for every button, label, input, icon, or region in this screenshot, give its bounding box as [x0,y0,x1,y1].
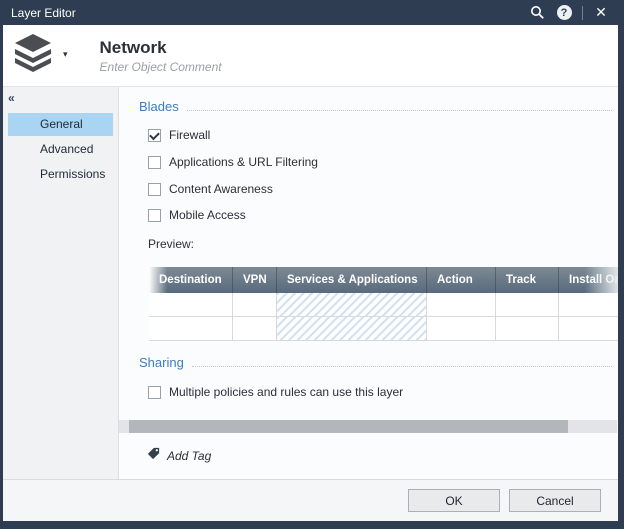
help-icon[interactable]: ? [555,4,573,22]
layer-editor-dialog: Layer Editor ? ✕ ▾ [0,0,624,529]
object-header: ▾ Network Enter Object Comment [3,25,618,87]
dotted-divider [187,103,612,111]
sharing-option[interactable]: Multiple policies and rules can use this… [148,385,403,399]
table-row [149,317,618,341]
sidebar-item-general[interactable]: General [8,113,113,136]
object-name-field[interactable]: Network [100,38,222,58]
titlebar-divider [582,6,583,20]
footer: OK Cancel [3,479,618,521]
firewall-checkbox[interactable] [148,129,161,142]
cancel-button[interactable]: Cancel [509,489,601,512]
mobile-access-checkbox[interactable] [148,209,161,222]
sharing-checkbox[interactable] [148,386,161,399]
hatched-cell [277,293,427,316]
help-glyph: ? [557,5,572,20]
sidebar-collapse-icon[interactable]: « [3,91,118,111]
column-track: Track [496,267,559,293]
main-content: Blades Firewall Applications & URL Filte… [119,87,618,479]
layers-icon[interactable] [11,31,55,80]
blade-option-firewall[interactable]: Firewall [148,128,210,142]
dotted-divider [192,359,612,367]
tag-icon [147,447,160,465]
applications-checkbox[interactable] [148,156,161,169]
content-awareness-checkbox[interactable] [148,183,161,196]
table-row [149,293,618,317]
ok-button[interactable]: OK [408,489,500,512]
blades-section-header: Blades [139,99,614,114]
sidebar-item-permissions[interactable]: Permissions [8,163,113,186]
object-comment-field[interactable]: Enter Object Comment [100,60,222,74]
blade-option-mobile-access[interactable]: Mobile Access [148,208,246,222]
sharing-title: Sharing [139,355,184,370]
sidebar: « General Advanced Permissions [3,87,119,479]
column-action: Action [427,267,496,293]
sharing-section-header: Sharing [139,355,614,370]
hatched-cell [277,317,427,340]
column-services-applications: Services & Applications [277,267,427,293]
blades-title: Blades [139,99,179,114]
search-icon[interactable] [528,4,546,22]
blade-option-content-awareness[interactable]: Content Awareness [148,182,273,196]
close-icon[interactable]: ✕ [592,4,610,22]
horizontal-scrollbar[interactable] [119,420,617,433]
preview-table-header: Destination VPN Services & Applications … [149,267,618,293]
icon-dropdown-caret[interactable]: ▾ [63,49,68,60]
sidebar-item-advanced[interactable]: Advanced [8,138,113,161]
scroll-fade-right [585,267,618,293]
scrollbar-thumb[interactable] [129,420,568,433]
column-vpn: VPN [233,267,277,293]
dialog-title: Layer Editor [11,6,528,20]
titlebar: Layer Editor ? ✕ [3,0,618,25]
blade-option-applications[interactable]: Applications & URL Filtering [148,155,318,169]
preview-label: Preview: [148,237,194,251]
scroll-fade-left [149,267,167,293]
add-tag-button[interactable]: Add Tag [147,447,211,465]
preview-table: Destination VPN Services & Applications … [149,267,618,341]
